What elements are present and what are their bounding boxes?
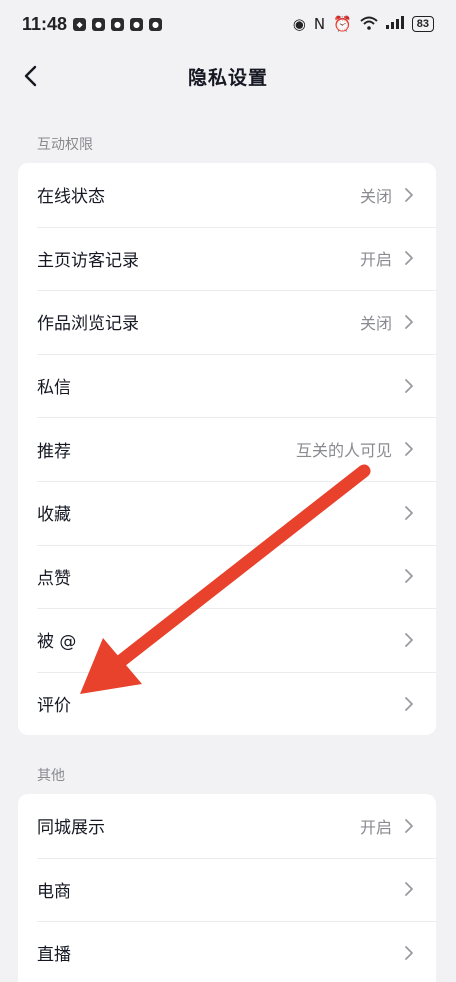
setting-value: 关闭 xyxy=(359,313,392,333)
setting-row-profile-visitors[interactable]: 主页访客记录 开启 xyxy=(18,226,436,291)
setting-row-recommend[interactable]: 推荐 互关的人可见 xyxy=(18,417,436,481)
battery-indicator: 83 xyxy=(411,16,434,32)
status-time: 11:48 xyxy=(22,13,68,34)
setting-row-messages[interactable]: 私信 xyxy=(18,353,436,418)
setting-row-favorites[interactable]: 收藏 xyxy=(18,480,436,545)
nav-bar: 隐私设置 xyxy=(0,48,456,104)
chevron-right-icon xyxy=(405,378,413,393)
back-button[interactable] xyxy=(10,56,50,96)
setting-label: 被 @ xyxy=(37,632,77,653)
setting-row-works-views[interactable]: 作品浏览记录 关闭 xyxy=(18,290,436,354)
nfc-icon: N xyxy=(313,14,326,33)
chevron-right-icon xyxy=(405,946,413,960)
setting-label: 在线状态 xyxy=(37,187,105,208)
setting-row-mentions[interactable]: 被 @ xyxy=(18,608,436,672)
setting-label: 推荐 xyxy=(37,441,71,462)
chevron-right-icon xyxy=(405,315,413,329)
chevron-right-icon xyxy=(405,633,413,647)
chevron-left-icon xyxy=(24,65,37,87)
app-notification-icon: ● xyxy=(111,17,125,31)
app-notification-icon: ● xyxy=(130,17,144,31)
setting-row-ecommerce[interactable]: 电商 xyxy=(18,857,436,922)
chevron-right-icon xyxy=(405,569,413,584)
setting-label: 评价 xyxy=(37,696,71,717)
setting-value: 开启 xyxy=(359,250,392,270)
signal-icon xyxy=(385,16,404,32)
setting-row-reviews[interactable]: 评价 xyxy=(18,671,436,736)
setting-value: 开启 xyxy=(359,817,392,837)
setting-label: 直播 xyxy=(37,945,71,966)
wifi-icon xyxy=(360,16,378,33)
setting-value: 关闭 xyxy=(359,186,392,206)
alarm-icon: ⏰ xyxy=(333,14,352,33)
other-settings-card: 同城展示 开启 电商 直播 xyxy=(18,794,436,982)
setting-row-likes[interactable]: 点赞 xyxy=(18,544,436,609)
chevron-right-icon xyxy=(405,442,413,457)
section-label-interaction: 互动权限 xyxy=(37,137,93,153)
interaction-settings-card: 在线状态 关闭 主页访客记录 开启 作品浏览记录 关闭 私信 推荐 互关的人可见… xyxy=(18,163,436,736)
setting-label: 私信 xyxy=(37,378,71,399)
app-notification-icon: ◆ xyxy=(73,17,87,31)
chevron-right-icon xyxy=(405,187,413,202)
chevron-right-icon xyxy=(405,696,413,711)
setting-label: 作品浏览记录 xyxy=(37,314,139,335)
setting-value: 互关的人可见 xyxy=(295,441,392,461)
section-label-other: 其他 xyxy=(37,768,65,784)
chevron-right-icon xyxy=(405,882,413,897)
eye-icon: ◉ xyxy=(292,14,306,33)
setting-label: 同城展示 xyxy=(37,818,105,839)
setting-label: 电商 xyxy=(37,881,71,902)
setting-row-live[interactable]: 直播 xyxy=(18,921,436,982)
app-notification-icon: ● xyxy=(92,17,106,31)
setting-label: 主页访客记录 xyxy=(37,250,139,271)
setting-label: 收藏 xyxy=(37,505,71,526)
setting-row-nearby-display[interactable]: 同城展示 开启 xyxy=(18,794,436,858)
page-title: 隐私设置 xyxy=(187,66,268,89)
setting-label: 点赞 xyxy=(37,568,71,589)
setting-row-online-status[interactable]: 在线状态 关闭 xyxy=(18,163,436,227)
chevron-right-icon xyxy=(405,818,413,833)
app-notification-icon: ● xyxy=(149,17,163,31)
status-bar: 11:48 ◆ ● ● ● ● ◉ N ⏰ 83 xyxy=(0,0,456,48)
chevron-right-icon xyxy=(405,505,413,520)
chevron-right-icon xyxy=(405,251,413,266)
